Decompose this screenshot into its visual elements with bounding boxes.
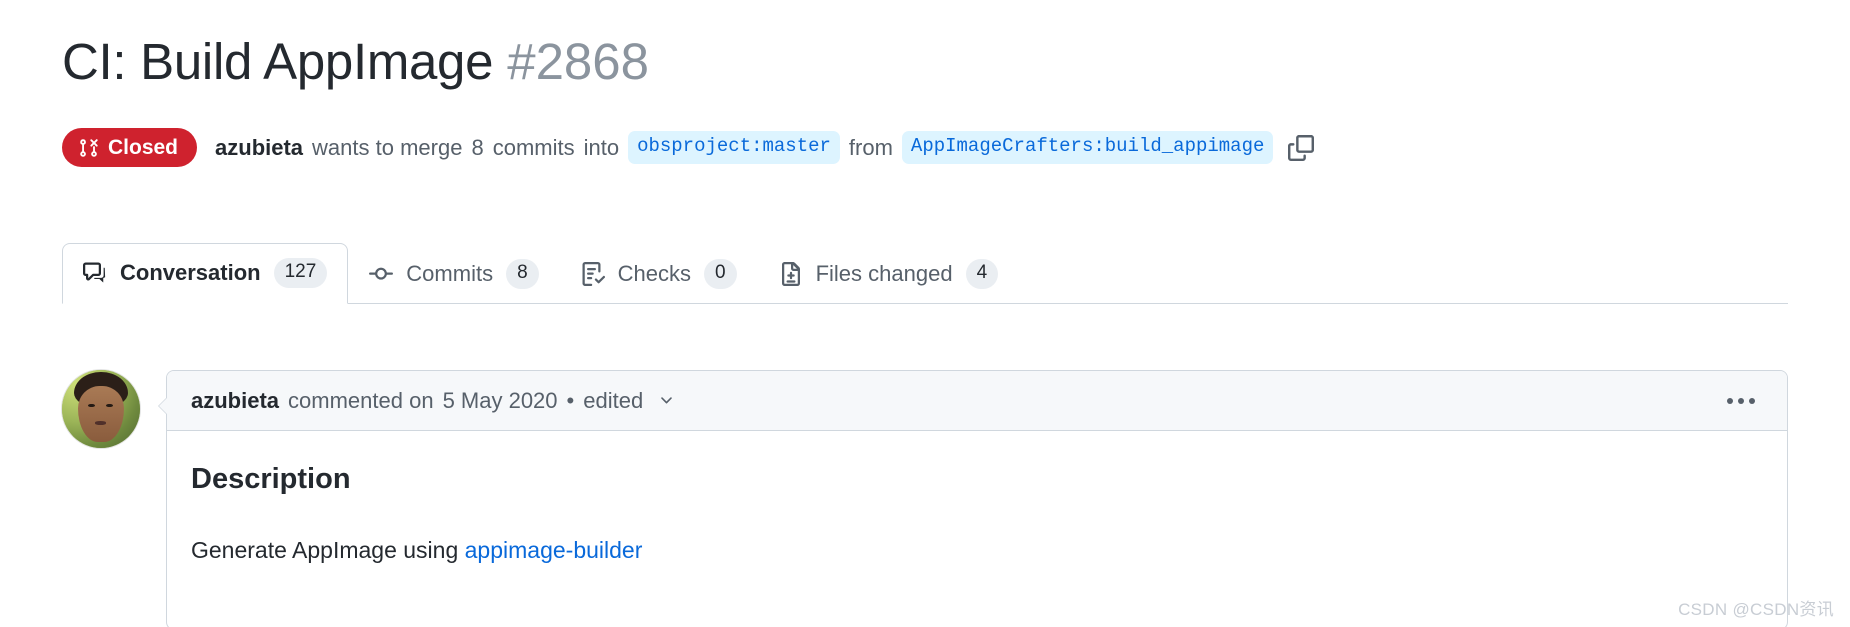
- comment-box: azubieta commented on 5 May 2020 • edite…: [158, 370, 1788, 627]
- tab-files-changed-count: 4: [965, 259, 999, 289]
- pr-number: #2868: [507, 33, 650, 90]
- appimage-builder-link[interactable]: appimage-builder: [465, 537, 643, 563]
- tab-checks-label: Checks: [617, 261, 692, 287]
- tab-files-changed[interactable]: Files changed 4: [758, 244, 1020, 304]
- status-badge: Closed: [62, 128, 198, 167]
- pr-author-name[interactable]: azubieta: [215, 135, 303, 161]
- kebab-dot: [1727, 397, 1733, 404]
- git-commit-icon: [369, 262, 394, 286]
- tab-files-changed-label: Files changed: [815, 261, 953, 287]
- kebab-dot: [1749, 397, 1755, 404]
- kebab-horizontal-icon[interactable]: [1719, 392, 1763, 410]
- pr-subhead: Closed azubieta wants to merge 8 commits…: [62, 128, 1315, 167]
- tab-conversation[interactable]: Conversation 127: [62, 243, 349, 304]
- comment-meta: azubieta commented on 5 May 2020 • edite…: [191, 388, 675, 414]
- tab-checks-count: 0: [704, 259, 737, 289]
- comment-date: 5 May 2020: [442, 387, 558, 413]
- timeline-comment: azubieta commented on 5 May 2020 • edite…: [62, 370, 1788, 627]
- avatar-face: [78, 385, 124, 442]
- chevron-down-icon[interactable]: [658, 392, 675, 409]
- tab-commits[interactable]: Commits 8: [348, 244, 559, 304]
- pr-title-text: CI: Build AppImage: [62, 33, 494, 90]
- pr-tabnav: Conversation 127 Commits 8 Checks 0 File…: [62, 242, 1788, 304]
- tab-commits-label: Commits: [406, 261, 494, 287]
- tab-commits-count: 8: [506, 259, 539, 289]
- comment-header: azubieta commented on 5 May 2020 • edite…: [167, 371, 1787, 431]
- avatar[interactable]: [62, 370, 140, 448]
- wants-to-merge-text: wants to merge: [312, 134, 463, 160]
- commits-count-text: 8: [471, 134, 484, 160]
- comment-author[interactable]: azubieta: [191, 388, 279, 414]
- merge-summary: azubieta wants to merge 8 commits into o…: [215, 131, 1315, 164]
- comment-separator: •: [566, 387, 575, 413]
- watermark: CSDN @CSDN资讯: [1678, 600, 1834, 619]
- pull-request-page: CI: Build AppImage #2868 Closed azubieta…: [0, 0, 1850, 627]
- comment-body-heading: Description: [191, 463, 351, 495]
- comment-discussion-icon: [83, 261, 107, 285]
- kebab-dot: [1738, 397, 1744, 404]
- tab-conversation-count: 127: [273, 258, 328, 288]
- file-diff-icon: [779, 262, 803, 287]
- tab-conversation-label: Conversation: [120, 260, 261, 286]
- page-title: CI: Build AppImage #2868: [62, 36, 649, 87]
- copy-icon[interactable]: [1288, 134, 1315, 161]
- into-word-text: into: [583, 134, 620, 160]
- comment-body-text: Generate AppImage using: [191, 537, 465, 564]
- head-branch-chip[interactable]: AppImageCrafters:build_appimage: [901, 131, 1274, 164]
- from-word-text: from: [848, 134, 893, 160]
- commits-word-text: commits: [492, 134, 575, 160]
- comment-edited-label[interactable]: edited: [583, 388, 643, 414]
- comment-action-text: commented on: [288, 387, 434, 413]
- base-branch-chip[interactable]: obsproject:master: [628, 131, 840, 164]
- tab-checks[interactable]: Checks 0: [560, 244, 758, 304]
- status-badge-label: Closed: [108, 136, 179, 159]
- comment-body: Description Generate AppImage using appi…: [167, 431, 1787, 592]
- checklist-icon: [581, 262, 605, 287]
- avatar-mouth: [94, 421, 107, 425]
- git-pull-request-closed-icon: [79, 138, 99, 158]
- comment-body-paragraph: Generate AppImage using appimage-builder: [191, 533, 1763, 568]
